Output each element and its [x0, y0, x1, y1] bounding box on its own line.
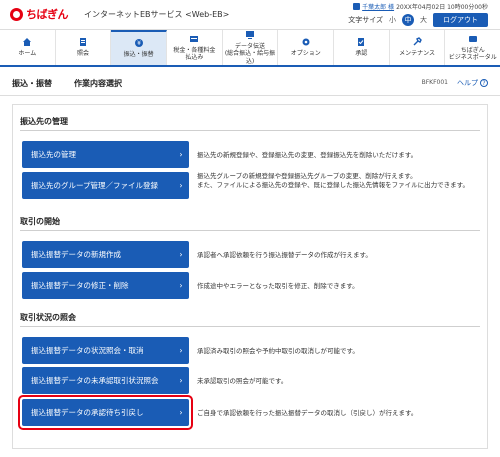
chevron-right-icon: ›	[179, 181, 183, 190]
font-large-button[interactable]: 大	[420, 15, 427, 25]
section-heading-payee: 振込先の管理	[20, 117, 68, 126]
help-icon: ?	[480, 79, 488, 87]
nav-maintenance[interactable]: メンテナンス	[390, 30, 446, 65]
payee-group-desc-line2: また、ファイルによる振込先の登録や、既に登録した振込先情報をファイルに出力できま…	[197, 180, 469, 189]
nav-label: 承認	[355, 50, 368, 58]
help-link[interactable]: ヘルプ ?	[457, 78, 488, 88]
nav-label: ホーム	[18, 50, 37, 58]
payee-group-desc: 振込先グループの新規登録や登録振込先グループの変更、削除が行えます。 また、ファ…	[197, 172, 487, 190]
approval-icon	[356, 37, 366, 47]
page-title: 作業内容選択	[74, 79, 122, 88]
login-time: 20XX年04月02日 10時00分00秒	[396, 4, 488, 11]
nav-home[interactable]: ホーム	[0, 30, 56, 65]
nav-portal[interactable]: ちばぎん ビジネスポータル	[445, 30, 500, 65]
edit-transfer-desc: 作成途中やエラーとなった取引を修正、削除できます。	[197, 282, 359, 290]
chevron-right-icon: ›	[179, 346, 183, 355]
payee-management-desc: 振込先の新規登録や、登録振込先の変更、登録振込先を削除いただけます。	[197, 151, 418, 159]
divider	[20, 130, 480, 131]
unapproved-inquiry-button[interactable]: 振込振替データの未承認取引状況照会 ›	[22, 367, 189, 394]
nav-label: データ伝送 (総合振込・給与振込)	[224, 43, 276, 65]
page-title-bar: 振込・振替 作業内容選択 BFKF001 ヘルプ ?	[0, 70, 500, 96]
divider	[20, 326, 480, 327]
brand-logo: ちばぎん	[10, 6, 69, 22]
service-name: インターネットEBサービス <Web-EB>	[84, 10, 230, 19]
tax-icon	[189, 34, 199, 44]
data-transmission-icon	[245, 30, 255, 40]
font-medium-button[interactable]: 中	[402, 14, 414, 26]
help-label: ヘルプ	[457, 79, 478, 87]
breadcrumb: 振込・振替	[12, 79, 52, 88]
section-heading-status: 取引状況の照会	[20, 313, 76, 322]
payee-management-button[interactable]: 振込先の管理 ›	[22, 141, 189, 168]
user-name[interactable]: 千葉太郎 様	[362, 2, 394, 11]
screen-id: BFKF001	[421, 79, 448, 86]
nav-label: 照会	[77, 50, 90, 58]
transfer-icon: ¥	[134, 38, 144, 48]
section-heading-start: 取引の開始	[20, 217, 60, 226]
button-label: 振込先の管理	[31, 150, 76, 159]
button-label: 振込振替データの新規作成	[31, 250, 121, 259]
maintenance-icon	[412, 37, 422, 47]
new-transfer-button[interactable]: 振込振替データの新規作成 ›	[22, 241, 189, 268]
new-transfer-desc: 承認者へ承認依頼を行う振込振替データの作成が行えます。	[197, 251, 372, 259]
divider	[20, 230, 480, 231]
nav-label: ちばぎん ビジネスポータル	[448, 46, 497, 61]
unapproved-inquiry-desc: 未承認取引の照会が可能です。	[197, 377, 288, 385]
nav-inquiry[interactable]: 照会	[56, 30, 112, 65]
nav-transfer[interactable]: ¥ 振込・振替	[111, 30, 168, 65]
nav-option[interactable]: オプション	[278, 30, 335, 65]
user-info: 千葉太郎 様 20XX年04月02日 10時00分00秒	[353, 2, 488, 11]
nav-data-transmission[interactable]: データ伝送 (総合振込・給与振込)	[223, 30, 279, 65]
chevron-right-icon: ›	[179, 281, 183, 290]
font-size-controls: 文字サイズ 小 中 大 ログアウト	[348, 13, 488, 27]
chevron-right-icon: ›	[179, 150, 183, 159]
payee-group-desc-line1: 振込先グループの新規登録や登録振込先グループの変更、削除が行えます。	[197, 172, 417, 180]
gear-icon	[301, 37, 311, 47]
portal-icon	[468, 34, 478, 44]
brand-name: ちばぎん	[26, 8, 69, 21]
nav-approval[interactable]: 承認	[334, 30, 390, 65]
chevron-right-icon: ›	[179, 376, 183, 385]
nav-label: メンテナンス	[399, 50, 435, 58]
global-nav: ホーム 照会 ¥ 振込・振替 税金・各種料金 払込み データ伝送 (総合振込・給…	[0, 29, 500, 67]
font-size-label: 文字サイズ	[348, 16, 383, 24]
button-label: 振込振替データの修正・削除	[31, 281, 129, 290]
button-label: 振込先のグループ管理／ファイル登録	[31, 181, 159, 190]
user-icon	[353, 3, 361, 10]
status-inquiry-button[interactable]: 振込振替データの状況照会・取消 ›	[22, 337, 189, 364]
nav-tax[interactable]: 税金・各種料金 払込み	[167, 30, 223, 65]
top-bar: ちばぎん インターネットEBサービス <Web-EB> 千葉太郎 様 20XX年…	[0, 0, 500, 28]
nav-label: 振込・振替	[123, 51, 154, 59]
chevron-right-icon: ›	[179, 250, 183, 259]
document-icon	[78, 37, 88, 47]
button-label: 振込振替データの状況照会・取消	[31, 346, 144, 355]
button-label: 振込振替データの未承認取引状況照会	[31, 376, 159, 385]
font-small-button[interactable]: 小	[389, 15, 396, 25]
nav-label: 税金・各種料金 払込み	[173, 46, 216, 61]
status-inquiry-desc: 承認済み取引の照会や予約中取引の取消しが可能です。	[197, 347, 359, 355]
nav-label: オプション	[290, 50, 321, 58]
payee-group-button[interactable]: 振込先のグループ管理／ファイル登録 ›	[22, 172, 189, 199]
home-icon	[22, 37, 32, 47]
withdraw-approval-desc: ご自身で承認依頼を行った振込振替データの取消し（引戻し）が行えます。	[197, 409, 418, 417]
highlight-frame	[18, 395, 193, 430]
brand-mark-icon	[10, 7, 23, 21]
svg-text:¥: ¥	[137, 40, 141, 47]
logout-button[interactable]: ログアウト	[433, 13, 488, 27]
edit-transfer-button[interactable]: 振込振替データの修正・削除 ›	[22, 272, 189, 299]
